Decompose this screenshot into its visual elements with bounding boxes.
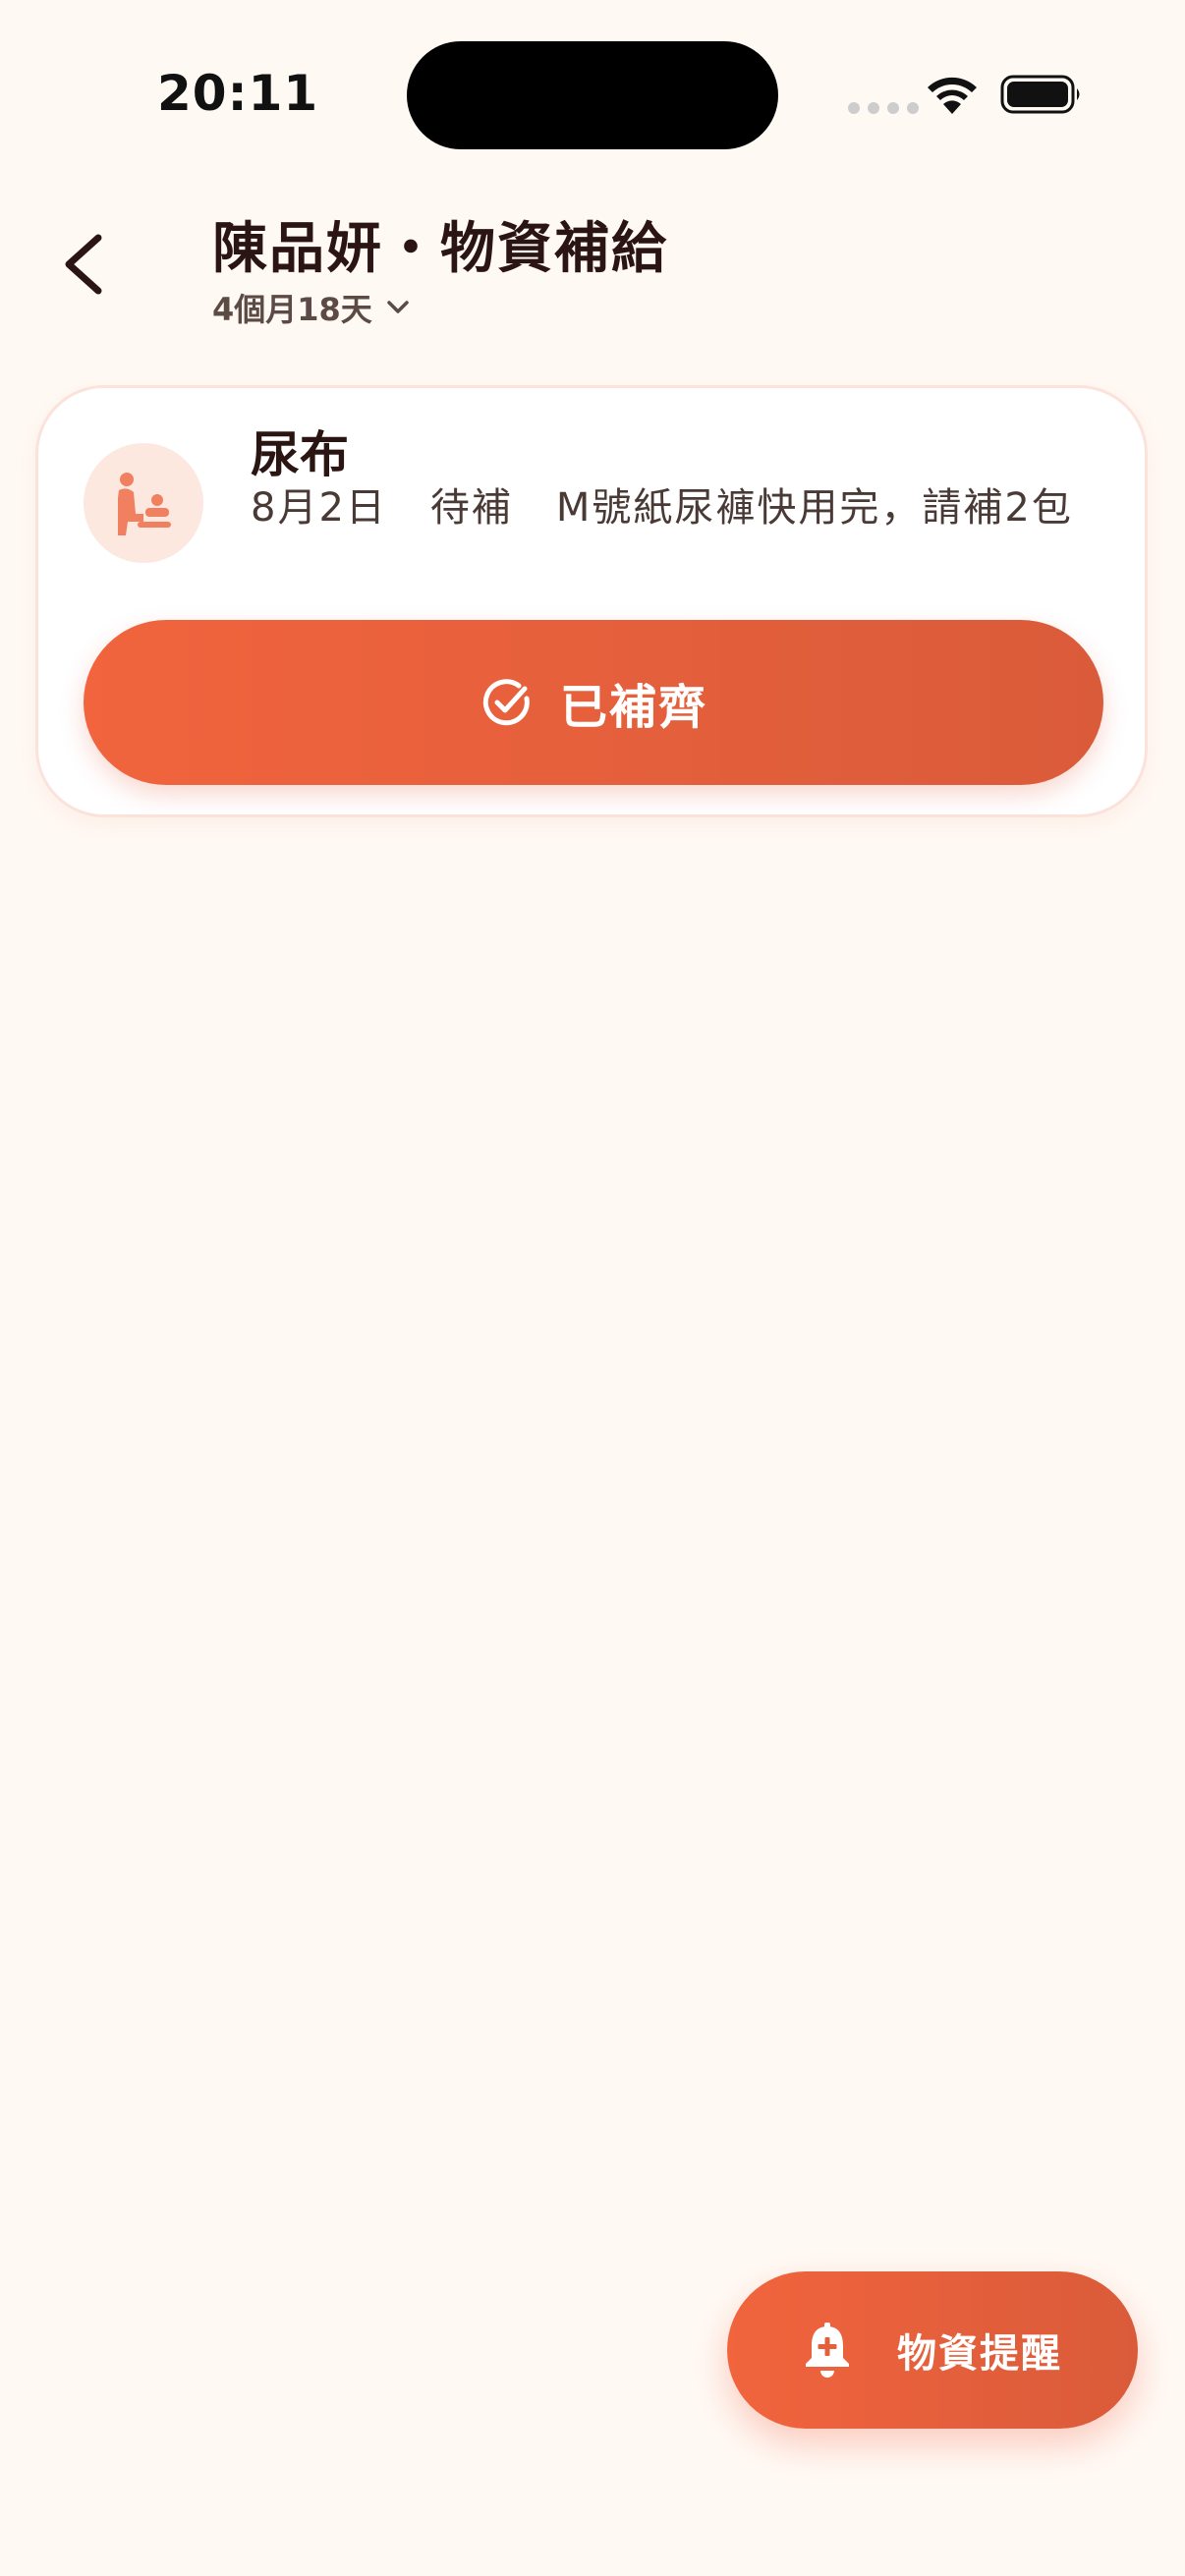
baby-changing-icon <box>84 443 203 563</box>
back-button[interactable] <box>49 222 118 307</box>
item-detail: 8月2日 待補 M號紙尿褲快用完，請補2包 <box>251 478 1115 537</box>
bell-plus-icon <box>806 2323 849 2378</box>
battery-icon <box>1000 75 1080 114</box>
age-label: 4個月18天 <box>212 291 372 328</box>
check-circle-icon <box>482 679 530 726</box>
supply-item-card: 尿布 8月2日 待補 M號紙尿褲快用完，請補2包 已補齊 <box>35 385 1148 817</box>
item-note: M號紙尿褲快用完，請補2包 <box>555 485 1073 531</box>
age-selector[interactable]: 4個月18天 <box>212 285 410 330</box>
wifi-icon <box>928 77 977 114</box>
item-date: 8月2日 <box>251 485 387 531</box>
status-time: 20:11 <box>157 65 319 122</box>
restocked-button[interactable]: 已補齊 <box>84 620 1103 785</box>
page-title: 陳品妍・物資補給 <box>212 217 668 281</box>
dynamic-island <box>407 41 778 149</box>
item-name: 尿布 <box>251 426 349 483</box>
supply-reminder-label: 物資提醒 <box>897 2331 1062 2377</box>
supply-reminder-button[interactable]: 物資提醒 <box>727 2271 1138 2429</box>
cellular-signal-icon <box>848 102 919 114</box>
restocked-label: 已補齊 <box>559 680 707 735</box>
item-status: 待補 <box>429 485 513 531</box>
screen: 20:11 陳品妍・物資補給 4個月18天 尿布 8月2日 待補 M號紙尿褲快用… <box>0 0 1185 2576</box>
chevron-down-icon <box>387 301 409 313</box>
